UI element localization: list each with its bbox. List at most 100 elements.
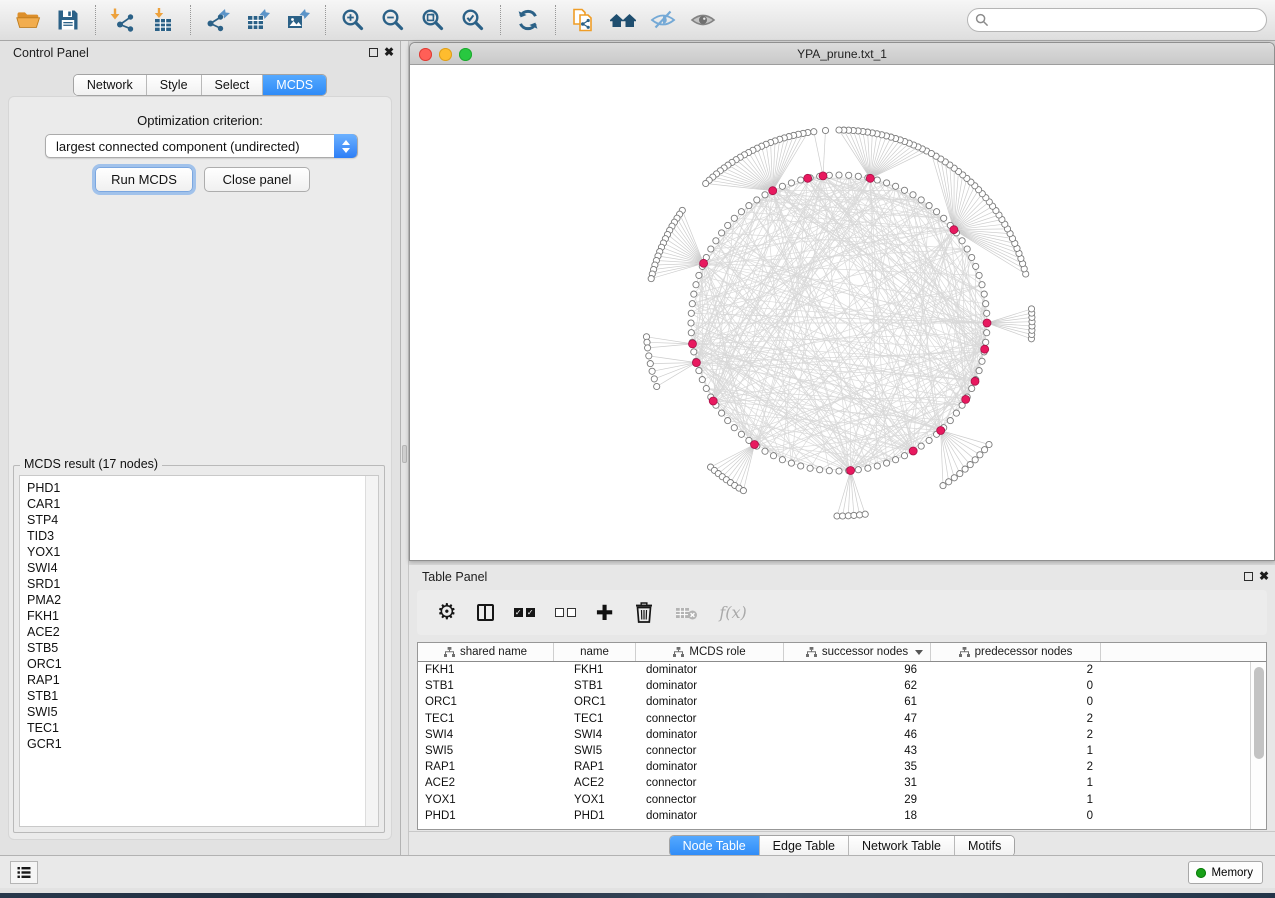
table-cell: connector [636,745,784,757]
scrollbar-thumb[interactable] [1254,667,1264,759]
zoom-in-button[interactable] [333,3,373,37]
mcds-result-item[interactable]: TEC1 [20,720,364,736]
import-table-button[interactable] [143,3,183,37]
tab-motifs[interactable]: Motifs [955,836,1014,856]
tab-edge-table[interactable]: Edge Table [760,836,849,856]
open-session-button[interactable] [8,3,48,37]
add-column-button[interactable]: ✚ [596,599,614,627]
optimization-criterion-select[interactable]: largest connected component (undirected) [45,134,358,158]
close-panel-button[interactable]: Close panel [204,167,310,192]
mcds-result-item[interactable]: SRD1 [20,576,364,592]
search-icon [975,13,989,27]
mcds-result-item[interactable]: ACE2 [20,624,364,640]
fx-icon: f(x) [719,603,746,622]
tab-node-table[interactable]: Node Table [670,836,760,856]
clone-network-button[interactable] [563,3,603,37]
table-row[interactable]: ORC1ORC1dominator610 [418,694,1266,710]
table-settings-button[interactable]: ⚙ [437,599,457,627]
first-neighbors-button[interactable] [603,3,643,37]
mcds-result-item[interactable]: FKH1 [20,608,364,624]
column-header-name[interactable]: name [554,643,636,661]
table-row[interactable]: FKH1FKH1dominator962 [418,662,1266,678]
task-history-button[interactable] [10,861,38,884]
tab-style[interactable]: Style [147,75,202,95]
import-network-button[interactable] [103,3,143,37]
show-columns-button[interactable] [477,599,494,627]
network-canvas[interactable] [410,65,1274,560]
table-panel-float-button[interactable] [1244,572,1253,581]
tab-select[interactable]: Select [202,75,264,95]
table-cell: 31 [784,777,931,789]
deselect-all-columns-button[interactable] [555,599,576,627]
delete-table-button-disabled[interactable] [675,599,699,627]
table-cell: 2 [931,664,1101,676]
column-header-shared-name[interactable]: shared name [418,643,554,661]
export-network-button[interactable] [198,3,238,37]
table-row[interactable]: SWI5SWI5connector431 [418,743,1266,759]
control-panel-float-button[interactable] [369,48,378,57]
export-image-button[interactable] [278,3,318,37]
node-table-scrollbar[interactable] [1250,662,1266,829]
show-all-button[interactable] [683,3,723,37]
status-bar: Memory [0,855,1275,888]
import-network-icon [110,7,136,33]
mcds-result-item[interactable]: PHD1 [20,480,364,496]
memory-label: Memory [1211,867,1253,879]
column-header-mcds-role[interactable]: MCDS role [636,643,784,661]
mcds-result-item[interactable]: STB5 [20,640,364,656]
toolbar-separator [95,5,96,35]
mcds-result-item[interactable]: SWI4 [20,560,364,576]
table-cell: dominator [636,680,784,692]
table-row[interactable]: TEC1TEC1connector472 [418,711,1266,727]
table-row[interactable]: STB1STB1dominator620 [418,678,1266,694]
table-row[interactable]: PHD1PHD1dominator180 [418,808,1266,824]
table-row[interactable]: RAP1RAP1dominator352 [418,759,1266,775]
hide-selected-button[interactable] [643,3,683,37]
panel-splitter[interactable] [401,41,409,855]
export-table-button[interactable] [238,3,278,37]
table-row[interactable]: ACE2ACE2connector311 [418,775,1266,791]
delete-column-button[interactable] [633,599,655,627]
mcds-result-item[interactable]: PMA2 [20,592,364,608]
table-cell: SWI5 [418,745,554,757]
mcds-result-item[interactable]: SWI5 [20,704,364,720]
zoom-selected-button[interactable] [453,3,493,37]
run-mcds-button[interactable]: Run MCDS [95,167,193,192]
function-builder-button-disabled[interactable]: f(x) [719,599,746,627]
mcds-result-item[interactable]: GCR1 [20,736,364,752]
memory-status-button[interactable]: Memory [1188,861,1263,884]
application-window: Control Panel ✖ Network Style Select MCD… [0,0,1275,893]
search-input[interactable] [967,8,1267,32]
column-header-successor-nodes[interactable]: successor nodes [784,643,931,661]
table-cell: 1 [931,745,1101,757]
table-panel-close-button[interactable]: ✖ [1259,568,1269,584]
mcds-result-item[interactable]: CAR1 [20,496,364,512]
save-session-button[interactable] [48,3,88,37]
mcds-result-item[interactable]: STP4 [20,512,364,528]
mcds-result-item[interactable]: ORC1 [20,656,364,672]
table-cell: YOX1 [554,794,636,806]
select-all-columns-button[interactable]: ✓✓ [514,599,535,627]
mcds-result-item[interactable]: YOX1 [20,544,364,560]
column-type-icon [444,647,455,657]
zoom-fit-button[interactable] [413,3,453,37]
mcds-result-item[interactable]: STB1 [20,688,364,704]
control-panel-close-button[interactable]: ✖ [384,44,394,60]
table-row[interactable]: SWI4SWI4dominator462 [418,727,1266,743]
tab-network[interactable]: Network [74,75,147,95]
tab-network-table[interactable]: Network Table [849,836,955,856]
refresh-view-button[interactable] [508,3,548,37]
network-window-titlebar[interactable]: YPA_prune.txt_1 [410,43,1274,65]
zoom-out-button[interactable] [373,3,413,37]
column-header-predecessor-nodes[interactable]: predecessor nodes [931,643,1101,661]
mcds-result-list[interactable]: PHD1CAR1STP4TID3YOX1SWI4SRD1PMA2FKH1ACE2… [19,475,379,827]
table-row[interactable]: YOX1YOX1connector291 [418,792,1266,808]
table-cell: 29 [784,794,931,806]
table-cell: SWI4 [418,729,554,741]
mcds-result-item[interactable]: TID3 [20,528,364,544]
houses-icon [609,7,637,33]
tab-mcds[interactable]: MCDS [263,75,326,95]
mcds-list-scrollbar[interactable] [365,476,378,826]
mcds-result-item[interactable]: RAP1 [20,672,364,688]
table-cell: dominator [636,761,784,773]
